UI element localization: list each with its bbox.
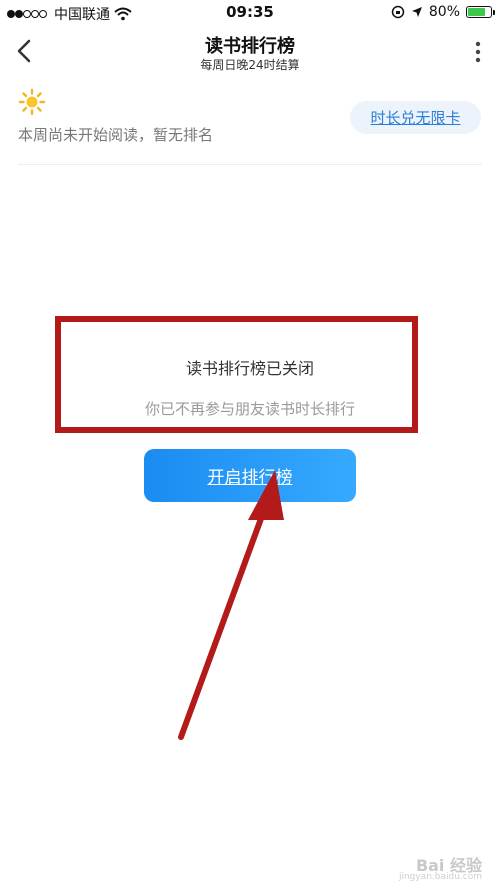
watermark-url: jingyan.baidu.com [398, 872, 482, 882]
page-title: 读书排行榜 [205, 36, 295, 57]
annotation-highlight-box [55, 316, 418, 433]
page-subtitle: 每周日晚24时结算 [200, 58, 300, 72]
orientation-lock-icon [391, 5, 405, 19]
location-arrow-icon [411, 7, 422, 17]
header-divider [18, 164, 482, 165]
status-bar: 中国联通 09:35 80% [0, 0, 500, 26]
open-ranking-button[interactable]: 开启排行榜 [144, 449, 356, 502]
redeem-unlimited-card-button[interactable]: 时长兑无限卡 [350, 101, 481, 134]
more-vertical-icon[interactable] [474, 40, 482, 64]
status-right: 80% [391, 4, 495, 20]
no-ranking-notice: 本周尚未开始阅读，暂无排名 [18, 126, 214, 144]
battery-icon [466, 6, 495, 18]
battery-fill [468, 8, 485, 16]
battery-percent: 80% [428, 4, 460, 20]
sun-icon [18, 88, 46, 116]
nav-bar: 读书排行榜 每周日晚24时结算 [0, 26, 500, 76]
